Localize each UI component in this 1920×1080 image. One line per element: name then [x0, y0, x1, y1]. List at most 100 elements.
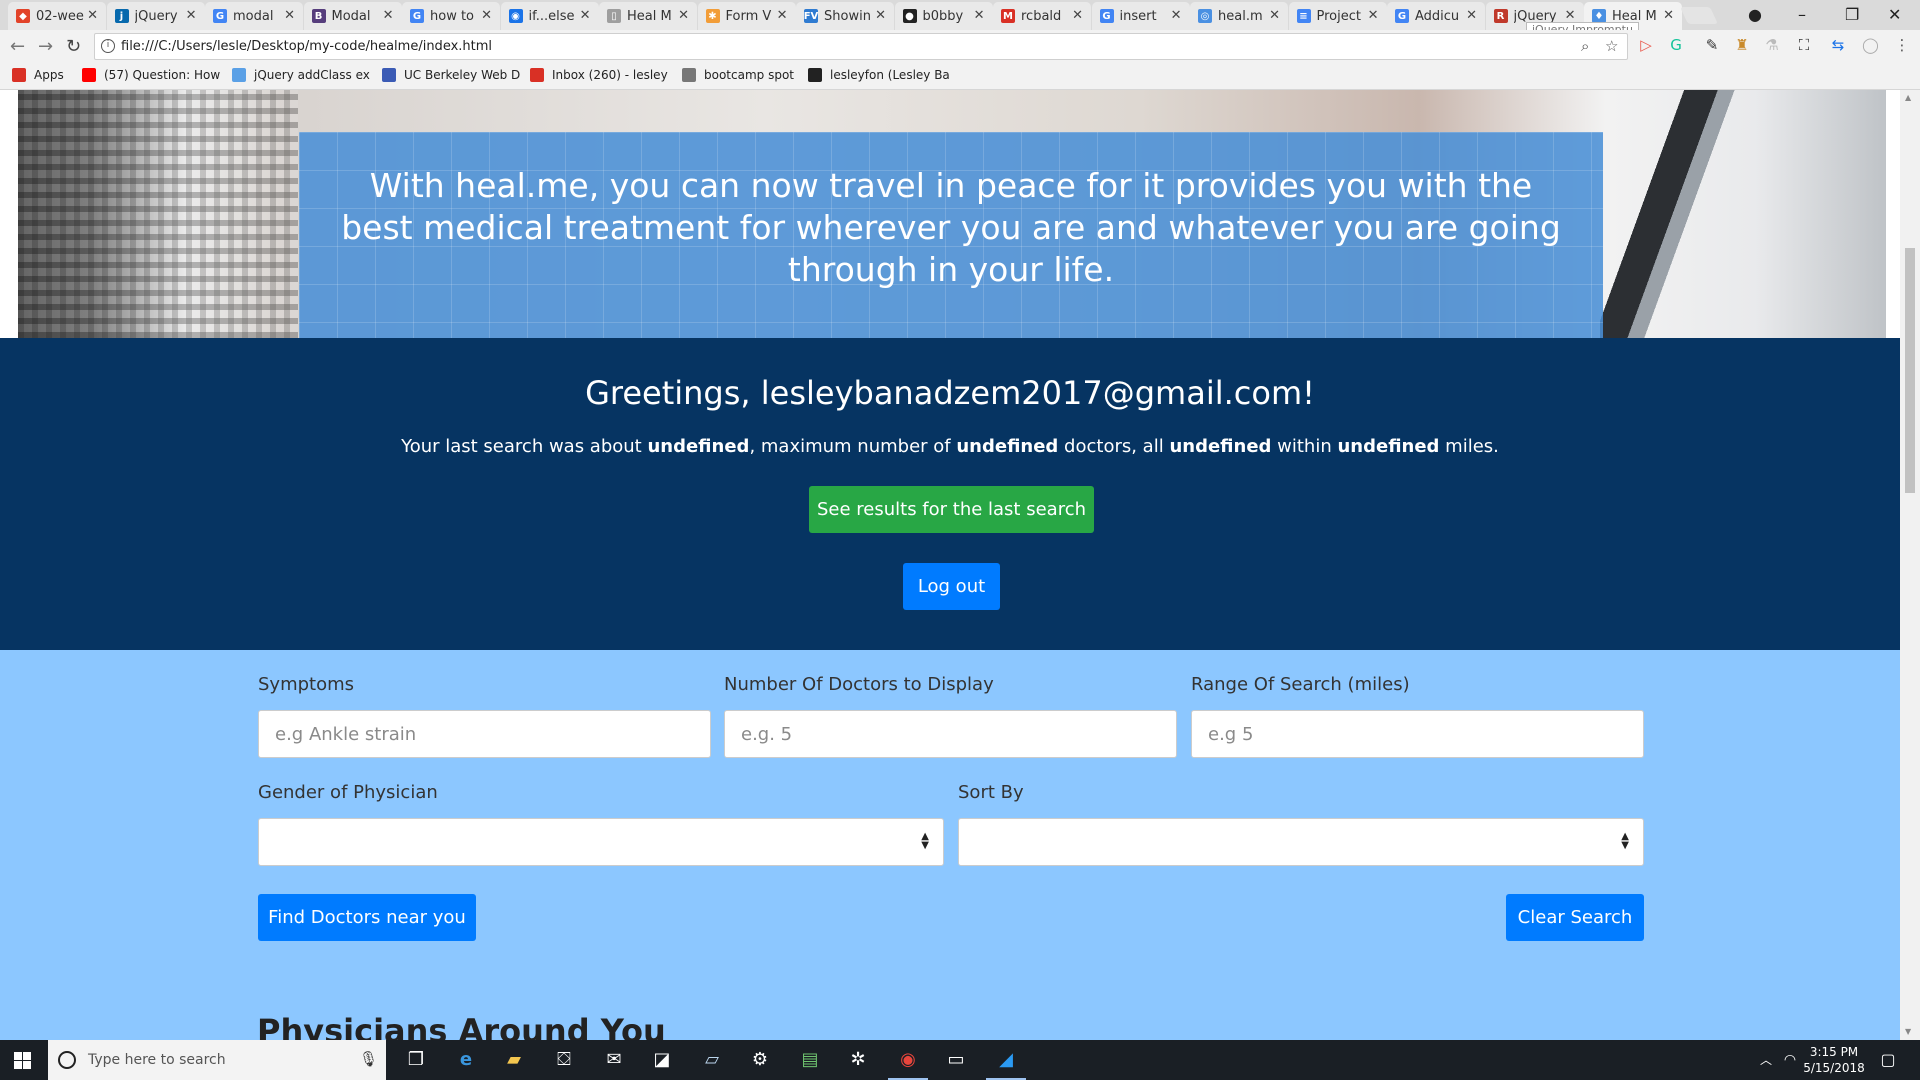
- scrollbar-thumb[interactable]: [1905, 248, 1915, 493]
- tab-close-icon[interactable]: ✕: [1269, 8, 1280, 23]
- reload-icon[interactable]: ↻: [66, 36, 81, 57]
- browser-tab[interactable]: ▯ Heal M ✕: [599, 2, 697, 30]
- browser-tab[interactable]: B Modal ✕: [303, 2, 402, 30]
- browser-tab[interactable]: Gmodal ✕: [205, 2, 303, 30]
- extension-brush-icon[interactable]: ♜: [1734, 37, 1750, 53]
- bookmark-star-icon[interactable]: ☆: [1605, 37, 1618, 55]
- tab-close-icon[interactable]: ✕: [1663, 8, 1674, 23]
- settings-gear-icon[interactable]: ⚙: [748, 1048, 772, 1072]
- notifications-icon[interactable]: ▢: [1876, 1048, 1900, 1072]
- slack-icon[interactable]: ✲: [846, 1048, 870, 1072]
- tab-close-icon[interactable]: ✕: [284, 8, 295, 23]
- chrome-icon[interactable]: ◉: [888, 1048, 928, 1080]
- address-bar[interactable]: i file:///C:/Users/lesle/Desktop/my-code…: [94, 33, 1628, 60]
- tab-title: 02-wee: [36, 8, 84, 24]
- forward-icon[interactable]: →: [38, 36, 53, 57]
- minimize-icon[interactable]: –: [1798, 5, 1806, 24]
- tab-close-icon[interactable]: ✕: [87, 8, 98, 23]
- see-last-search-button[interactable]: See results for the last search: [809, 486, 1094, 533]
- restore-icon[interactable]: ❐: [1845, 5, 1859, 24]
- grammarly-icon[interactable]: G: [1668, 37, 1684, 53]
- clear-search-button[interactable]: Clear Search: [1506, 894, 1644, 941]
- doctors-count-input[interactable]: [724, 710, 1177, 758]
- file-explorer-icon[interactable]: ▰: [502, 1048, 526, 1072]
- range-input[interactable]: [1191, 710, 1644, 758]
- bookmark-item[interactable]: lesleyfon (Lesley Ba: [808, 68, 950, 82]
- microphone-icon[interactable]: 🎙: [359, 1050, 378, 1068]
- extension-arrows-icon[interactable]: ⇆: [1830, 37, 1846, 53]
- tab-close-icon[interactable]: ✕: [777, 8, 788, 23]
- tab-close-icon[interactable]: ✕: [580, 8, 591, 23]
- vscode-icon[interactable]: ◢: [986, 1048, 1026, 1080]
- bookmark-item[interactable]: jQuery addClass ex: [232, 68, 370, 82]
- windows-start-icon[interactable]: [14, 1052, 31, 1069]
- terminal-icon[interactable]: ▭: [944, 1048, 968, 1072]
- extension-cast-icon[interactable]: ▷: [1638, 37, 1654, 53]
- browser-tab[interactable]: G Addicu ✕: [1387, 2, 1485, 30]
- tab-close-icon[interactable]: ✕: [974, 8, 985, 23]
- logout-button[interactable]: Log out: [903, 563, 1000, 610]
- bookmark-item[interactable]: UC Berkeley Web D: [382, 68, 520, 82]
- summary-range-value: undefined: [1337, 436, 1440, 457]
- tab-close-icon[interactable]: ✕: [678, 8, 689, 23]
- browser-tab[interactable]: j jQuery ✕: [106, 2, 205, 30]
- bookmark-item[interactable]: bootcamp spot: [682, 68, 794, 82]
- hero-tagline: With heal.me, you can now travel in peac…: [341, 166, 1561, 289]
- profile-icon[interactable]: ●: [1748, 5, 1762, 24]
- task-view-icon[interactable]: ❐: [404, 1048, 428, 1072]
- new-tab-button[interactable]: [1680, 7, 1718, 24]
- tab-close-icon[interactable]: ✕: [481, 8, 492, 23]
- tab-title: Addicu: [1415, 8, 1460, 24]
- edge-icon[interactable]: e: [454, 1048, 478, 1072]
- extension-flask-icon[interactable]: ⚗: [1764, 37, 1780, 53]
- page-scrollbar[interactable]: ▲ ▼: [1900, 90, 1920, 1040]
- browser-tab[interactable]: Ginsert ✕: [1091, 2, 1190, 30]
- bookmark-item[interactable]: (57) Question: How: [82, 68, 220, 82]
- taskbar-search-box[interactable]: Type here to search 🎙: [48, 1040, 386, 1080]
- scroll-up-icon[interactable]: ▲: [1905, 93, 1911, 102]
- tab-close-icon[interactable]: ✕: [186, 8, 197, 23]
- browser-tab[interactable]: ◉ if...else ✕: [500, 2, 599, 30]
- gender-select[interactable]: ▲ ▼: [258, 818, 944, 866]
- zoom-icon[interactable]: ⌕: [1581, 37, 1589, 55]
- browser-tab-strip: ◆ 02-wee ✕ j jQuery ✕ Gmodal ✕ B Modal ✕ Ghow to ✕ ◉ i…: [0, 0, 1920, 38]
- extension-pen-icon[interactable]: ✎: [1704, 37, 1720, 53]
- screenshot-icon[interactable]: ⛶: [1796, 37, 1812, 53]
- scroll-down-icon[interactable]: ▼: [1905, 1027, 1911, 1036]
- bookmark-item[interactable]: Apps: [12, 68, 64, 82]
- sort-select[interactable]: ▲ ▼: [958, 818, 1644, 866]
- taskbar-clock[interactable]: 3:15 PM 5/15/2018: [1789, 1044, 1879, 1076]
- tab-close-icon[interactable]: ✕: [1072, 8, 1083, 23]
- tab-close-icon[interactable]: ✕: [1466, 8, 1477, 23]
- summary-count-value: undefined: [956, 436, 1059, 457]
- browser-tab[interactable]: Mrcbald ✕: [993, 2, 1091, 30]
- browser-tab[interactable]: ● b0bby ✕: [894, 2, 993, 30]
- notepad-icon[interactable]: ▱: [700, 1048, 724, 1072]
- tray-chevron-icon[interactable]: ︿: [1754, 1048, 1778, 1072]
- browser-tab[interactable]: Ghow to ✕: [402, 2, 500, 30]
- browser-tab[interactable]: ≡ Project ✕: [1288, 2, 1387, 30]
- tab-close-icon[interactable]: ✕: [1171, 8, 1182, 23]
- find-doctors-button[interactable]: Find Doctors near you: [258, 894, 476, 941]
- browser-tab[interactable]: ◆ 02-wee ✕: [8, 2, 106, 30]
- mail-icon[interactable]: ✉: [602, 1048, 626, 1072]
- tab-close-icon[interactable]: ✕: [875, 8, 886, 23]
- browser-tab[interactable]: FV Showin ✕: [796, 2, 894, 30]
- tab-close-icon[interactable]: ✕: [383, 8, 394, 23]
- symptoms-input[interactable]: [258, 710, 711, 758]
- symptoms-label: Symptoms: [258, 674, 355, 695]
- info-icon[interactable]: i: [101, 39, 115, 53]
- browser-tab[interactable]: ✱ Form V ✕: [697, 2, 796, 30]
- address-url[interactable]: file:///C:/Users/lesle/Desktop/my-code/h…: [121, 39, 492, 54]
- menu-kebab-icon[interactable]: ⋮: [1894, 37, 1910, 53]
- spreadsheet-icon[interactable]: ▤: [798, 1048, 822, 1072]
- close-window-icon[interactable]: ✕: [1888, 5, 1901, 24]
- tab-close-icon[interactable]: ✕: [1368, 8, 1379, 23]
- browser-tab[interactable]: ◎ heal.m ✕: [1190, 2, 1288, 30]
- bookmark-item[interactable]: Inbox (260) - lesley: [530, 68, 668, 82]
- tab-close-icon[interactable]: ✕: [1565, 8, 1576, 23]
- store-icon[interactable]: ⛋: [552, 1048, 576, 1072]
- extension-circle-icon[interactable]: ◯: [1862, 37, 1879, 53]
- back-icon[interactable]: ←: [10, 36, 25, 57]
- sticky-notes-icon[interactable]: ◪: [650, 1048, 674, 1072]
